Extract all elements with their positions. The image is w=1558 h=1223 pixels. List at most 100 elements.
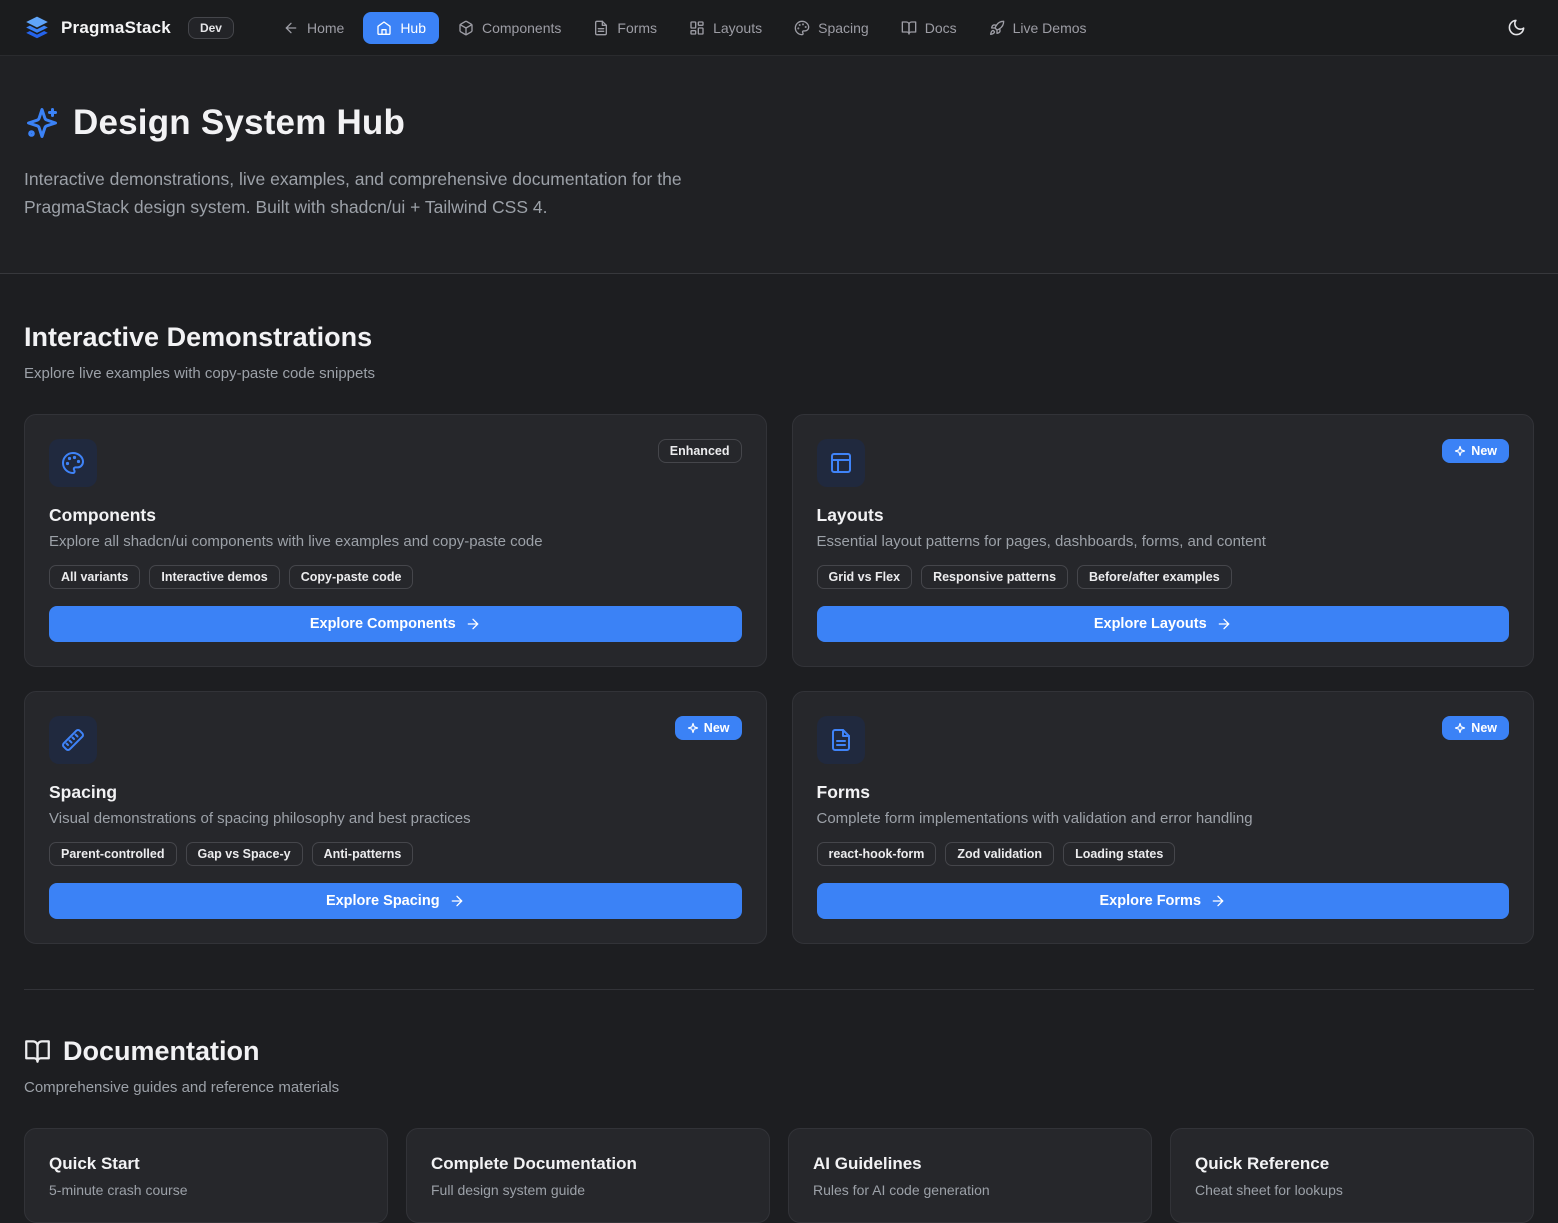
arrow-left-icon <box>283 20 299 36</box>
doc-card-title: AI Guidelines <box>813 1154 1127 1174</box>
card-description: Visual demonstrations of spacing philoso… <box>49 810 742 827</box>
palette-icon <box>794 20 810 36</box>
demo-card-layouts: New Layouts Essential layout patterns fo… <box>792 414 1535 667</box>
tag: Zod validation <box>945 842 1054 866</box>
card-title: Layouts <box>817 505 1510 526</box>
card-description: Essential layout patterns for pages, das… <box>817 533 1510 550</box>
arrow-right-icon <box>1210 893 1226 909</box>
tag: Anti-patterns <box>312 842 414 866</box>
nav-item-label: Hub <box>400 20 426 36</box>
demo-card-components: Enhanced Components Explore all shadcn/u… <box>24 414 767 667</box>
card-title: Spacing <box>49 782 742 803</box>
env-badge: Dev <box>188 17 234 39</box>
sparkles-icon <box>687 722 699 734</box>
nav-item-forms[interactable]: Forms <box>580 12 670 44</box>
doc-card-description: Cheat sheet for lookups <box>1195 1182 1509 1198</box>
card-description: Explore all shadcn/ui components with li… <box>49 533 742 550</box>
palette-icon <box>49 439 97 487</box>
layers-logo-icon <box>24 15 50 41</box>
explore-components-button[interactable]: Explore Components <box>49 606 742 642</box>
demo-card-spacing: New Spacing Visual demonstrations of spa… <box>24 691 767 944</box>
doc-card-quick-start[interactable]: Quick Start 5-minute crash course <box>24 1128 388 1223</box>
demo-card-grid: Enhanced Components Explore all shadcn/u… <box>24 414 1534 944</box>
page-subtitle: Interactive demonstrations, live example… <box>24 165 769 221</box>
new-badge: New <box>675 716 742 740</box>
sparkles-icon <box>1454 722 1466 734</box>
explore-spacing-button[interactable]: Explore Spacing <box>49 883 742 919</box>
demo-card-forms: New Forms Complete form implementations … <box>792 691 1535 944</box>
nav-item-label: Spacing <box>818 20 869 36</box>
home-icon <box>376 20 392 36</box>
tag: Grid vs Flex <box>817 565 913 589</box>
brand-name: PragmaStack <box>61 18 171 38</box>
tag: Interactive demos <box>149 565 279 589</box>
arrow-right-icon <box>465 616 481 632</box>
theme-toggle-button[interactable] <box>1498 10 1534 46</box>
doc-card-description: Full design system guide <box>431 1182 745 1198</box>
book-open-icon <box>901 20 917 36</box>
card-title: Forms <box>817 782 1510 803</box>
tag: Loading states <box>1063 842 1175 866</box>
tag: react-hook-form <box>817 842 937 866</box>
main-content: Interactive Demonstrations Explore live … <box>0 274 1558 1223</box>
doc-card-ai-guidelines[interactable]: AI Guidelines Rules for AI code generati… <box>788 1128 1152 1223</box>
brand[interactable]: PragmaStack Dev <box>24 15 234 41</box>
nav-item-layouts[interactable]: Layouts <box>676 12 775 44</box>
nav-item-components[interactable]: Components <box>445 12 574 44</box>
layout-panel-icon <box>817 439 865 487</box>
nav-item-label: Live Demos <box>1013 20 1087 36</box>
tag: Copy-paste code <box>289 565 414 589</box>
doc-card-title: Quick Reference <box>1195 1154 1509 1174</box>
ruler-icon <box>49 716 97 764</box>
main-nav: Home Hub Components Forms Layouts Spacin… <box>270 12 1100 44</box>
tag: Before/after examples <box>1077 565 1232 589</box>
docs-section-subheading: Comprehensive guides and reference mater… <box>24 1079 1534 1096</box>
nav-item-label: Docs <box>925 20 957 36</box>
tag: Responsive patterns <box>921 565 1068 589</box>
doc-card-title: Quick Start <box>49 1154 363 1174</box>
file-text-icon <box>817 716 865 764</box>
doc-card-quick-reference[interactable]: Quick Reference Cheat sheet for lookups <box>1170 1128 1534 1223</box>
sparkles-icon <box>24 105 60 141</box>
nav-item-home[interactable]: Home <box>270 12 357 44</box>
nav-item-label: Components <box>482 20 561 36</box>
demos-section-subheading: Explore live examples with copy-paste co… <box>24 365 1534 382</box>
nav-item-hub[interactable]: Hub <box>363 12 439 44</box>
nav-item-label: Home <box>307 20 344 36</box>
explore-layouts-button[interactable]: Explore Layouts <box>817 606 1510 642</box>
book-open-icon <box>24 1038 51 1065</box>
tag-list: All variants Interactive demos Copy-past… <box>49 565 742 589</box>
nav-item-live-demos[interactable]: Live Demos <box>976 12 1100 44</box>
nav-item-label: Layouts <box>713 20 762 36</box>
doc-card-grid: Quick Start 5-minute crash course Comple… <box>24 1128 1534 1223</box>
sparkles-icon <box>1454 445 1466 457</box>
arrow-right-icon <box>449 893 465 909</box>
doc-card-description: Rules for AI code generation <box>813 1182 1127 1198</box>
file-text-icon <box>593 20 609 36</box>
moon-icon <box>1507 18 1526 37</box>
doc-card-title: Complete Documentation <box>431 1154 745 1174</box>
page-title: Design System Hub <box>73 103 405 143</box>
nav-item-label: Forms <box>617 20 657 36</box>
tag: Gap vs Space-y <box>186 842 303 866</box>
tag-list: Grid vs Flex Responsive patterns Before/… <box>817 565 1510 589</box>
enhanced-badge: Enhanced <box>658 439 742 463</box>
box-icon <box>458 20 474 36</box>
arrow-right-icon <box>1216 616 1232 632</box>
top-nav-bar: PragmaStack Dev Home Hub Components Form… <box>0 0 1558 56</box>
tag-list: Parent-controlled Gap vs Space-y Anti-pa… <box>49 842 742 866</box>
nav-item-docs[interactable]: Docs <box>888 12 970 44</box>
tag: All variants <box>49 565 140 589</box>
docs-section-heading: Documentation <box>24 1036 1534 1067</box>
doc-card-description: 5-minute crash course <box>49 1182 363 1198</box>
new-badge: New <box>1442 439 1509 463</box>
explore-forms-button[interactable]: Explore Forms <box>817 883 1510 919</box>
doc-card-complete-documentation[interactable]: Complete Documentation Full design syste… <box>406 1128 770 1223</box>
rocket-icon <box>989 20 1005 36</box>
tag-list: react-hook-form Zod validation Loading s… <box>817 842 1510 866</box>
new-badge: New <box>1442 716 1509 740</box>
documentation-section: Documentation Comprehensive guides and r… <box>24 990 1534 1223</box>
card-title: Components <box>49 505 742 526</box>
nav-item-spacing[interactable]: Spacing <box>781 12 882 44</box>
hero-section: Design System Hub Interactive demonstrat… <box>0 56 1558 274</box>
